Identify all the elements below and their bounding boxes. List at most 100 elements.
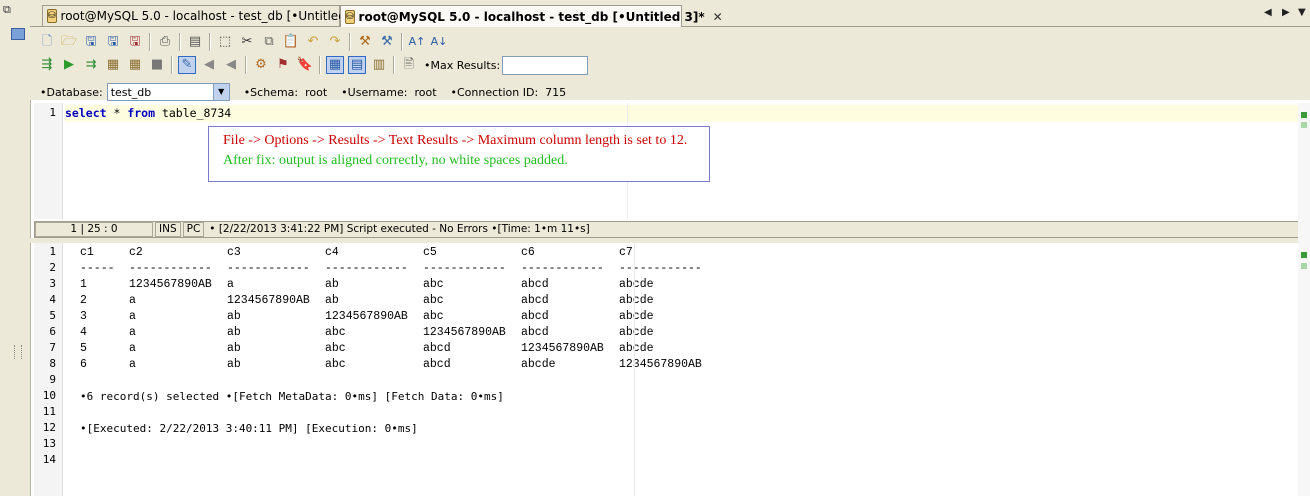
line-number: 12 bbox=[42, 421, 56, 434]
line-number: 1 bbox=[49, 245, 56, 258]
result-cell: abcd bbox=[521, 294, 549, 307]
line-number: 9 bbox=[49, 373, 56, 386]
result-cell: abcd bbox=[423, 358, 451, 371]
margin-line bbox=[634, 243, 635, 496]
username-label: •Username: bbox=[341, 85, 408, 99]
connection-id-value: 715 bbox=[545, 85, 567, 99]
commit-icon[interactable]: ◀ bbox=[200, 56, 218, 74]
annotation-box: File -> Options -> Results -> Text Resul… bbox=[208, 126, 710, 182]
line-number: 6 bbox=[49, 325, 56, 338]
line-number: 7 bbox=[49, 341, 56, 354]
execute-all-icon[interactable]: ⇶ bbox=[38, 56, 56, 74]
result-cell: 1234567890AB bbox=[521, 342, 604, 355]
toolbar-separator bbox=[393, 56, 395, 74]
result-cell: abc bbox=[325, 358, 346, 371]
result-cell: abcd bbox=[423, 342, 451, 355]
select-all-icon[interactable]: ⬚ bbox=[216, 33, 234, 51]
cut-icon[interactable]: ✂ bbox=[238, 33, 256, 51]
result-cell: abcde bbox=[619, 342, 654, 355]
indent-icon[interactable]: A↑ bbox=[408, 33, 426, 51]
line-number: 14 bbox=[42, 453, 56, 466]
history-icon[interactable]: 🖹 bbox=[400, 56, 418, 74]
annotation-line-1: File -> Options -> Results -> Text Resul… bbox=[223, 133, 688, 148]
save-icon[interactable]: 🖫 bbox=[82, 33, 100, 51]
auto-commit-icon[interactable]: ✎ bbox=[178, 56, 196, 74]
save-as-icon[interactable]: 🖫 bbox=[104, 33, 122, 51]
result-cell: 2 bbox=[80, 294, 87, 307]
replace-icon[interactable]: ⚒ bbox=[378, 33, 396, 51]
results-panel[interactable]: 1 2 3 4 5 6 7 8 9 10 11 12 13 14 c1 c2 c3 c4 c5 c6 c7 ----- -… bbox=[34, 243, 1298, 496]
line-number: 5 bbox=[49, 309, 56, 322]
database-label: •Database: bbox=[40, 85, 103, 99]
explain-icon[interactable]: ▦ bbox=[104, 56, 122, 74]
new-file-icon[interactable]: 🗋 bbox=[38, 33, 56, 51]
ok-marker-icon[interactable] bbox=[1301, 122, 1307, 128]
stop-icon[interactable]: ■ bbox=[148, 56, 166, 74]
comment-icon[interactable]: ⚑ bbox=[274, 56, 292, 74]
result-cell: abc bbox=[325, 342, 346, 355]
format-sql-icon[interactable]: ⚙ bbox=[252, 56, 270, 74]
database-select[interactable]: test_db ▼ bbox=[106, 83, 230, 101]
result-cell: abc bbox=[423, 294, 444, 307]
redo-icon[interactable]: ↷ bbox=[326, 33, 344, 51]
ok-marker-icon[interactable] bbox=[1301, 252, 1307, 258]
execute-current-icon[interactable]: ⇉ bbox=[82, 56, 100, 74]
max-results-label: •Max Results: bbox=[424, 58, 501, 72]
results-in-file-icon[interactable]: ▥ bbox=[370, 56, 388, 74]
toolbar-row-execute: ⇶ ▶ ⇉ ▦ ▦ ■ ✎ ◀ ◀ ⚙ ⚑ 🔖 ▦ ▤ ▥ 🖹 •Max Res… bbox=[36, 54, 589, 76]
column-header: c6 bbox=[521, 246, 535, 259]
copy-icon[interactable]: ⧉ bbox=[260, 33, 278, 51]
toolbar-row-file: 🗋 🗁 🖫 🖫 🖫 ⎙ ▤ ⬚ ✂ ⧉ 📋 ↶ ↷ ⚒ ⚒ A↑ A↓ bbox=[36, 31, 450, 53]
properties-icon[interactable]: ▤ bbox=[186, 33, 204, 51]
outdent-icon[interactable]: A↓ bbox=[430, 33, 448, 51]
chevron-down-icon[interactable]: ▼ bbox=[212, 84, 229, 100]
max-results-input[interactable] bbox=[502, 55, 589, 75]
status-bar: 1 | 25 : 0 INS PC • [2/22/2013 3:41:22 P… bbox=[34, 221, 1310, 238]
bookmark-icon[interactable]: 🔖 bbox=[296, 56, 314, 74]
ok-marker-icon[interactable] bbox=[1301, 112, 1307, 118]
toolbar-panel: 🗋 🗁 🖫 🖫 🖫 ⎙ ▤ ⬚ ✂ ⧉ 📋 ↶ ↷ ⚒ ⚒ A↑ A↓ ⇶ ▶ … bbox=[30, 27, 1310, 101]
result-cell: 1234567890AB bbox=[227, 294, 310, 307]
execute-icon[interactable]: ▶ bbox=[60, 56, 78, 74]
header-underline: ------------ bbox=[129, 262, 212, 275]
print-icon[interactable]: ⎙ bbox=[156, 33, 174, 51]
result-cell: abcde bbox=[619, 326, 654, 339]
restore-icon[interactable]: ⧉ bbox=[3, 4, 17, 16]
close-icon[interactable]: ✕ bbox=[713, 10, 723, 24]
result-cell: abcde bbox=[521, 358, 556, 371]
status-message: • [2/22/2013 3:41:22 PM] Script executed… bbox=[209, 223, 590, 235]
tab-untitled-3[interactable]: ⛁ root@MySQL 5.0 - localhost - test_db [… bbox=[340, 5, 723, 27]
export-icon[interactable]: ▦ bbox=[126, 56, 144, 74]
tab-scroll-right-icon[interactable]: ▶ bbox=[1282, 7, 1290, 18]
resize-grip[interactable] bbox=[14, 345, 22, 359]
paste-icon[interactable]: 📋 bbox=[282, 33, 300, 51]
find-icon[interactable]: ⚒ bbox=[356, 33, 374, 51]
result-cell: 3 bbox=[80, 310, 87, 323]
header-underline: ------------ bbox=[325, 262, 408, 275]
ok-marker-icon[interactable] bbox=[1301, 263, 1307, 269]
overview-ruler[interactable] bbox=[1298, 103, 1310, 496]
result-cell: ab bbox=[227, 326, 241, 339]
column-header: c4 bbox=[325, 246, 339, 259]
save-all-icon[interactable]: 🖫 bbox=[126, 33, 144, 51]
rollback-icon[interactable]: ◀ bbox=[222, 56, 240, 74]
summary-executed: •[Executed: 2/22/2013 3:40:11 PM] [Execu… bbox=[80, 422, 418, 435]
result-cell: abc bbox=[423, 310, 444, 323]
results-gutter: 1 2 3 4 5 6 7 8 9 10 11 12 13 14 bbox=[34, 243, 63, 496]
toolbar-separator bbox=[401, 33, 403, 51]
open-folder-icon[interactable]: 🗁 bbox=[60, 33, 78, 51]
toolbar-separator bbox=[319, 56, 321, 74]
grid-results-icon[interactable]: ▦ bbox=[326, 56, 344, 74]
left-panel-strip: ⧉ bbox=[0, 0, 31, 496]
tab-scroll-left-icon[interactable]: ◀ bbox=[1264, 7, 1272, 18]
tab-title: root@MySQL 5.0 - localhost - test_db [•U… bbox=[60, 9, 368, 23]
toolbar-separator bbox=[179, 33, 181, 51]
undo-icon[interactable]: ↶ bbox=[304, 33, 322, 51]
text-results-icon[interactable]: ▤ bbox=[348, 56, 366, 74]
collapse-arrow-icon[interactable] bbox=[11, 28, 25, 40]
code-line[interactable]: select * from table_8734 bbox=[65, 105, 1298, 122]
tab-list-icon[interactable]: ▼ bbox=[1298, 7, 1306, 18]
sql-text: * bbox=[106, 106, 128, 120]
annotation-line-2: After fix: output is aligned correctly, … bbox=[223, 153, 568, 168]
tab-untitled-2[interactable]: ⛁ root@MySQL 5.0 - localhost - test_db [… bbox=[42, 5, 386, 26]
